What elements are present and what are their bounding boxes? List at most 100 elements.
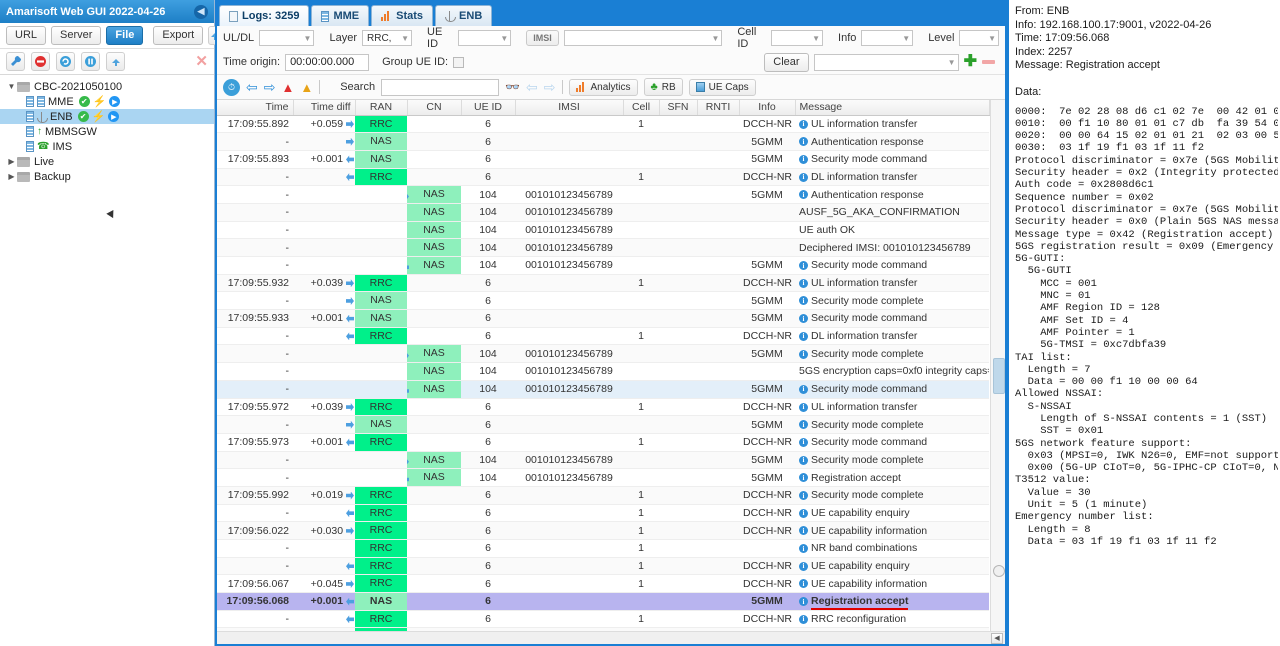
ul-dl-select[interactable]: ▼ bbox=[259, 30, 315, 46]
info-icon[interactable]: i bbox=[799, 314, 808, 324]
binoculars-icon[interactable]: 👓 bbox=[505, 80, 520, 94]
scrollbar-thumb[interactable] bbox=[992, 358, 1005, 394]
info-icon[interactable]: i bbox=[799, 278, 808, 288]
table-row[interactable]: - RRC 6 1 DCCH-NR i DL information transfer bbox=[217, 168, 989, 187]
tab-logs[interactable]: Logs: 3259 bbox=[219, 5, 310, 26]
ue-id-select[interactable]: ▼ bbox=[457, 30, 512, 46]
next-arrow-icon[interactable]: ⇨ bbox=[544, 79, 556, 96]
refresh-icon[interactable] bbox=[56, 52, 75, 71]
info-icon[interactable]: i bbox=[799, 331, 808, 341]
info-icon[interactable]: i bbox=[799, 544, 808, 554]
info-icon[interactable]: i bbox=[799, 526, 808, 536]
table-row[interactable]: 17:09:55.933 +0.001 NAS 6 5GMM i Security mod… bbox=[217, 309, 989, 328]
table-row[interactable]: - NAS 104 001010123456789 AUSF_5G_AKA_CONFI… bbox=[217, 203, 989, 222]
error-icon[interactable]: ▲ bbox=[281, 80, 294, 95]
check-icon[interactable]: ✔ bbox=[78, 96, 90, 107]
tree-item-backup[interactable]: ▶ Backup bbox=[0, 169, 214, 184]
info-icon[interactable]: i bbox=[799, 172, 808, 182]
ue-caps-button[interactable]: UE Caps bbox=[688, 78, 756, 96]
tab-mme[interactable]: MME bbox=[311, 5, 370, 26]
tab-enb[interactable]: ENB bbox=[435, 5, 493, 26]
prev-arrow-icon[interactable]: ⇦ bbox=[526, 79, 538, 96]
info-icon[interactable]: i bbox=[799, 455, 808, 465]
info-icon[interactable]: i bbox=[799, 420, 808, 430]
export-button[interactable]: Export bbox=[153, 26, 204, 45]
col-header-message[interactable]: Message bbox=[795, 100, 990, 116]
info-icon[interactable]: i bbox=[799, 119, 808, 129]
col-header-time-diff[interactable]: Time diff bbox=[293, 100, 356, 116]
tab-stats[interactable]: Stats bbox=[371, 5, 434, 26]
info-icon[interactable]: i bbox=[799, 384, 808, 394]
info-icon[interactable]: i bbox=[799, 579, 808, 589]
vertical-scrollbar[interactable] bbox=[989, 100, 1005, 631]
table-row[interactable]: - NAS 104 001010123456789 5GMM i Security mod… bbox=[217, 344, 989, 364]
info-icon[interactable]: i bbox=[799, 473, 808, 483]
table-row[interactable]: 17:09:56.068 +0.001 NAS 6 5GMM i Registration… bbox=[217, 592, 989, 611]
group-ue-id-checkbox[interactable] bbox=[453, 56, 465, 68]
col-header-cell[interactable]: Cell bbox=[623, 100, 660, 116]
table-row[interactable]: 17:09:56.067 +0.045 RRC 6 1 DCCH-NR i UE capab… bbox=[217, 574, 989, 594]
tree-item-cbc-2021050100[interactable]: ▼ CBC-2021050100 bbox=[0, 79, 214, 94]
scroll-left-icon[interactable]: ◀ bbox=[991, 632, 1003, 644]
table-row[interactable]: - NAS 6 5GMM i Security mode complete bbox=[217, 415, 989, 434]
table-row[interactable]: - NAS 104 001010123456789 5GMM i Authenticati… bbox=[217, 185, 989, 204]
table-row[interactable]: - RRC 6 1 DCCH-NR i RRC reconfiguration bbox=[217, 610, 989, 629]
tree-item-mbmsgw[interactable]: ↑ MBMSGW bbox=[0, 124, 214, 139]
imsi-select[interactable]: ▼ bbox=[563, 30, 723, 46]
clear-button[interactable]: Clear bbox=[764, 52, 809, 72]
col-header-ue-id[interactable]: UE ID bbox=[461, 100, 516, 116]
col-header-imsi[interactable]: IMSI bbox=[515, 100, 624, 116]
col-header-time[interactable]: Time bbox=[217, 100, 294, 116]
cell-id-select[interactable]: ▼ bbox=[771, 30, 824, 46]
info-icon[interactable]: i bbox=[799, 137, 808, 147]
search-input[interactable] bbox=[381, 78, 500, 96]
imsi-button[interactable]: IMSI bbox=[526, 30, 559, 46]
table-row[interactable]: - RRC 6 1 DCCH-NR i DL information transfer bbox=[217, 327, 989, 346]
play-icon[interactable]: ▶ bbox=[108, 111, 120, 122]
table-row[interactable]: 17:09:55.972 +0.039 RRC 6 1 DCCH-NR i UL infor… bbox=[217, 398, 989, 417]
col-header-rnti[interactable]: RNTI bbox=[697, 100, 740, 116]
table-row[interactable]: - RRC 6 1 DCCH-NR i UE capability enquiry bbox=[217, 504, 989, 523]
col-header-ran[interactable]: RAN bbox=[355, 100, 408, 116]
layer-select[interactable]: RRC, ▼ bbox=[362, 30, 413, 46]
table-row[interactable]: 17:09:55.973 +0.001 RRC 6 1 DCCH-NR i Security… bbox=[217, 433, 989, 452]
info-select[interactable]: ▼ bbox=[861, 30, 914, 46]
col-header-info[interactable]: Info bbox=[739, 100, 796, 116]
analytics-button[interactable]: Analytics bbox=[568, 78, 638, 96]
url-button[interactable]: URL bbox=[6, 26, 47, 45]
file-button[interactable]: File bbox=[106, 26, 144, 45]
pause-icon[interactable] bbox=[81, 52, 100, 71]
back-arrow-icon[interactable]: ⇦ bbox=[246, 79, 258, 96]
table-row[interactable]: - NAS 6 5GMM i Authentication response bbox=[217, 132, 989, 151]
collapse-sidebar-icon[interactable]: ◀ bbox=[194, 4, 208, 19]
info-icon[interactable]: i bbox=[799, 402, 808, 412]
horizontal-scrollbar[interactable]: ◀ bbox=[217, 631, 1005, 644]
table-row[interactable]: - NAS 104 001010123456789 5GMM i Registration… bbox=[217, 468, 989, 487]
scrollbar-knob[interactable] bbox=[992, 565, 1005, 577]
info-icon[interactable]: i bbox=[799, 154, 808, 164]
time-origin-input[interactable]: 00:00:00.000 bbox=[285, 53, 370, 71]
forward-arrow-icon[interactable]: ⇨ bbox=[264, 79, 276, 96]
bolt-icon[interactable]: ⚡ bbox=[92, 110, 106, 123]
add-preset-icon[interactable]: ✚ bbox=[964, 54, 977, 70]
info-icon[interactable]: i bbox=[799, 614, 808, 624]
table-row[interactable]: - NAS 104 001010123456789 5GS encryption ca… bbox=[217, 362, 989, 381]
table-row[interactable]: - NAS 104 001010123456789 Deciphered IMSI: … bbox=[217, 238, 989, 257]
tree-item-enb[interactable]: ENB ✔ ⚡ ▶ bbox=[0, 109, 214, 124]
table-row[interactable]: 17:09:56.102+0.034 RRC 6 1 DCCH-NRiRRC reco… bbox=[217, 627, 989, 631]
info-icon[interactable]: i bbox=[799, 261, 808, 271]
wrench-icon[interactable] bbox=[6, 52, 25, 71]
table-row[interactable]: - RRC 6 1 DCCH-NR i UE capability enquiry bbox=[217, 557, 989, 576]
chevron-right-icon[interactable]: ▶ bbox=[6, 172, 17, 181]
info-icon[interactable]: i bbox=[799, 349, 808, 359]
table-row[interactable]: 17:09:55.992 +0.019 RRC 6 1 DCCH-NR i Security… bbox=[217, 486, 989, 505]
tree-item-mme[interactable]: MME ✔ ⚡ ▶ bbox=[0, 94, 214, 109]
info-icon[interactable]: i bbox=[799, 561, 808, 571]
table-row[interactable]: 17:09:55.892 +0.059 RRC 6 1 DCCH-NR i UL infor… bbox=[217, 115, 989, 134]
info-icon[interactable]: i bbox=[799, 296, 808, 306]
server-button[interactable]: Server bbox=[51, 26, 102, 45]
close-icon[interactable]: ✕ bbox=[195, 54, 208, 69]
col-header-sfn[interactable]: SFN bbox=[659, 100, 698, 116]
chevron-right-icon[interactable]: ▶ bbox=[6, 157, 17, 166]
clock-icon[interactable]: ⏱ bbox=[223, 78, 240, 96]
